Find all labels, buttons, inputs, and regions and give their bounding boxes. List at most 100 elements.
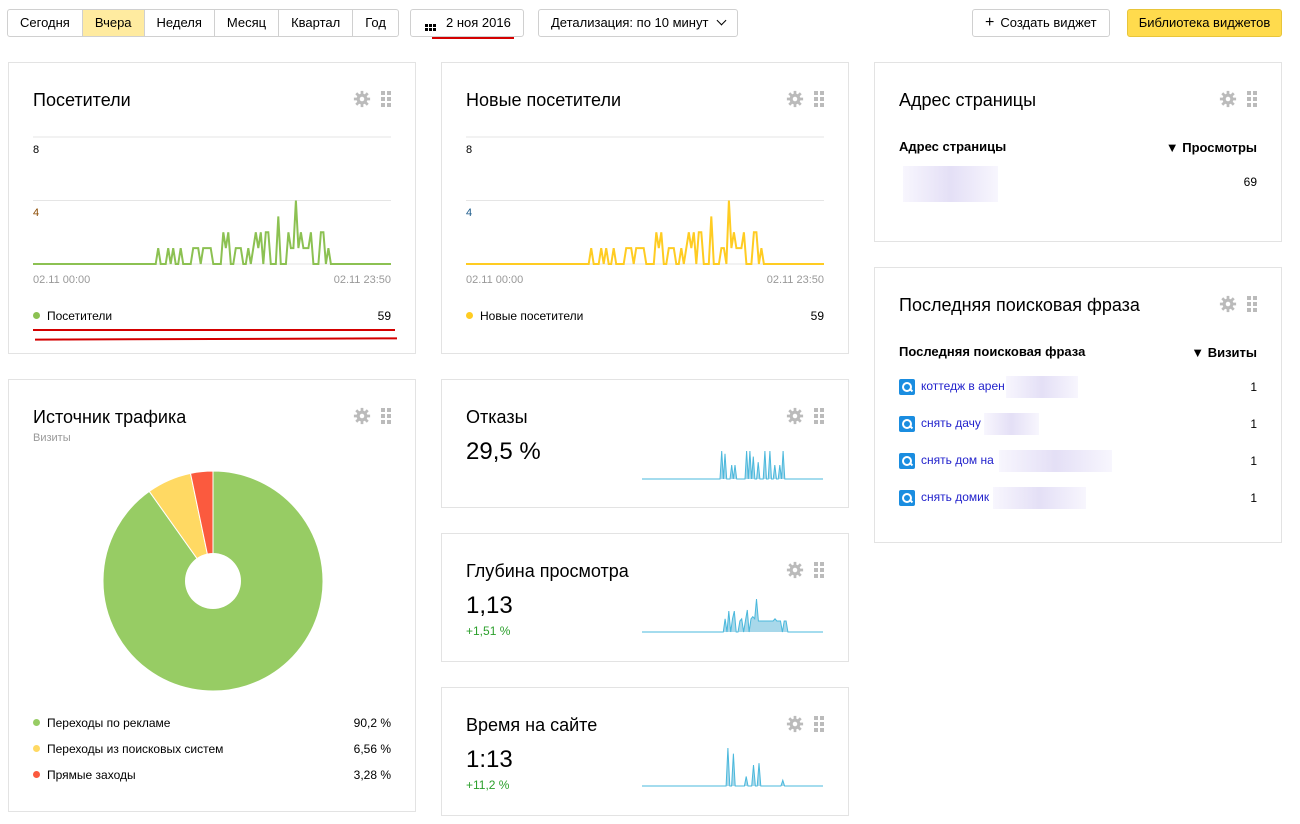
legend-label: Посетители [47,309,113,323]
legend-dot-icon [33,312,40,319]
metric-value: 1:13 [466,746,513,773]
period-month[interactable]: Месяц [215,10,280,36]
legend-label: Новые посетители [480,309,584,323]
column-header-phrase: Последняя поисковая фраза [899,344,1086,359]
gear-icon[interactable] [786,715,804,733]
page-depth-widget: Глубина просмотра 1,13 +1,51 % [441,533,849,662]
legend-item[interactable]: Переходы по рекламе 90,2 % [33,716,391,730]
detail-label: Детализация: по 10 минут [551,15,709,30]
y-tick-4: 4 [466,207,473,219]
table-row: снять дачу [899,413,1039,435]
period-quarter[interactable]: Квартал [279,10,354,36]
legend-value: 6,56 % [353,742,391,756]
metric-delta: +11,2 % [466,778,510,792]
column-header-views[interactable]: ▼ Просмотры [1166,140,1257,155]
column-header-visits[interactable]: ▼ Визиты [1191,345,1257,360]
gear-icon[interactable] [786,407,804,425]
legend-dot-icon [33,719,40,726]
period-yesterday[interactable]: Вчера [82,10,145,36]
widget-title: Отказы [466,407,528,427]
widget-title: Время на сайте [466,715,598,735]
sparkline-area [642,599,823,632]
gear-icon[interactable] [786,90,804,108]
widget-title: Новые посетители [466,90,622,110]
gear-icon[interactable] [1219,90,1237,108]
x-end-label: 02.11 23:50 [333,274,391,286]
redacted-text [993,487,1087,509]
legend-label: Переходы по рекламе [47,716,171,730]
period-week[interactable]: Неделя [145,10,215,36]
visitors-chart [33,136,391,265]
chevron-down-icon [716,15,727,26]
widget-library-button[interactable]: Библиотека виджетов [1127,9,1282,37]
calendar-icon [425,24,436,31]
views-value: 69 [1243,175,1257,189]
bounce-widget: Отказы 29,5 % [441,379,849,508]
metric-value: 29,5 % [466,438,541,465]
detail-dropdown[interactable]: Детализация: по 10 минут [538,9,739,37]
drag-handle-icon[interactable] [814,562,824,578]
legend-item[interactable]: Посетители [33,309,112,323]
search-icon[interactable] [899,416,915,432]
search-icon[interactable] [899,379,915,395]
drag-handle-icon[interactable] [814,408,824,424]
search-phrase-widget: Последняя поисковая фраза Последняя поис… [874,267,1282,543]
widget-title: Посетители [33,90,131,110]
legend-total: 59 [377,309,391,323]
new-visitors-line [466,200,824,265]
redacted-text [983,413,1039,435]
gear-icon[interactable] [786,561,804,579]
x-start-label: 02.11 00:00 [33,274,91,286]
search-icon[interactable] [899,453,915,469]
time-sparkline [642,747,823,787]
legend-label: Переходы из поисковых систем [47,742,224,756]
drag-handle-icon[interactable] [381,91,391,107]
metric-value: 1,13 [466,592,513,619]
gear-icon[interactable] [1219,295,1237,313]
date-picker-button[interactable]: 2 ноя 2016 [410,9,524,37]
depth-sparkline [642,598,823,633]
period-year[interactable]: Год [353,10,398,36]
gear-icon[interactable] [353,90,371,108]
new-visitors-widget: Новые посетители 8 4 02.11 00:00 02.11 2… [441,62,849,354]
widget-title: Глубина просмотра [466,561,629,581]
create-widget-button[interactable]: + Создать виджет [972,9,1110,37]
annotation-underline [432,37,514,39]
table-row: снять домик [899,487,1087,509]
phrase-link[interactable]: снять дом на [921,453,994,467]
legend-item[interactable]: Новые посетители [466,309,583,323]
widget-title: Адрес страницы [899,90,1037,110]
legend-item[interactable]: Переходы из поисковых систем 6,56 % [33,742,391,756]
legend-value: 90,2 % [353,716,391,730]
x-start-label: 02.11 00:00 [466,274,524,286]
sparkline-line [642,450,823,480]
visitors-widget: Посетители 8 4 02.11 00:00 02.11 23:50 П… [8,62,416,354]
legend-dot-icon [33,745,40,752]
visits-value: 1 [1250,417,1257,431]
pie-hole [185,553,241,609]
legend-item[interactable]: Прямые заходы 3,28 % [33,768,391,782]
traffic-source-widget: Источник трафика Визиты Переходы по рекл… [8,379,416,812]
metric-delta: +1,51 % [466,624,511,638]
drag-handle-icon[interactable] [1247,91,1257,107]
legend-total: 59 [810,309,824,323]
legend-label: Прямые заходы [47,768,136,782]
redacted-text [998,450,1112,472]
phrase-link[interactable]: снять дачу [921,416,981,430]
period-today[interactable]: Сегодня [8,10,83,36]
legend-value: 3,28 % [353,768,391,782]
legend-dot-icon [33,771,40,778]
page-address-widget: Адрес страницы Адрес страницы ▼ Просмотр… [874,62,1282,242]
y-tick-4: 4 [33,207,40,219]
drag-handle-icon[interactable] [814,91,824,107]
drag-handle-icon[interactable] [1247,296,1257,312]
visits-value: 1 [1250,491,1257,505]
traffic-pie-chart [102,470,324,692]
annotation-underline [33,329,395,331]
phrase-link[interactable]: коттедж в арен [921,379,1005,393]
drag-handle-icon[interactable] [814,716,824,732]
table-row: снять дом на [899,450,1112,472]
table-row: коттедж в арен [899,376,1078,398]
search-icon[interactable] [899,490,915,506]
phrase-link[interactable]: снять домик [921,490,989,504]
